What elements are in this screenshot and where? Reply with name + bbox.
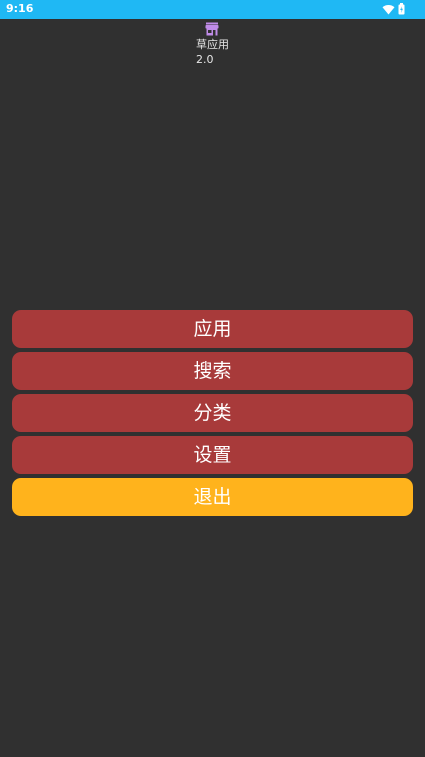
- wifi-icon: [382, 0, 395, 19]
- status-bar: 9:16: [0, 0, 425, 19]
- search-button[interactable]: 搜索: [12, 352, 413, 390]
- exit-button[interactable]: 退出: [12, 478, 413, 516]
- app-version: 2.0: [196, 53, 214, 66]
- categories-button[interactable]: 分类: [12, 394, 413, 432]
- store-icon: [205, 21, 219, 36]
- settings-button[interactable]: 设置: [12, 436, 413, 474]
- status-icons: [382, 3, 405, 16]
- app-name: 草应用: [196, 38, 229, 51]
- status-time: 9:16: [6, 2, 34, 15]
- battery-icon: [398, 0, 405, 19]
- apps-button[interactable]: 应用: [12, 310, 413, 348]
- main-menu: 应用 搜索 分类 设置 退出: [12, 310, 413, 520]
